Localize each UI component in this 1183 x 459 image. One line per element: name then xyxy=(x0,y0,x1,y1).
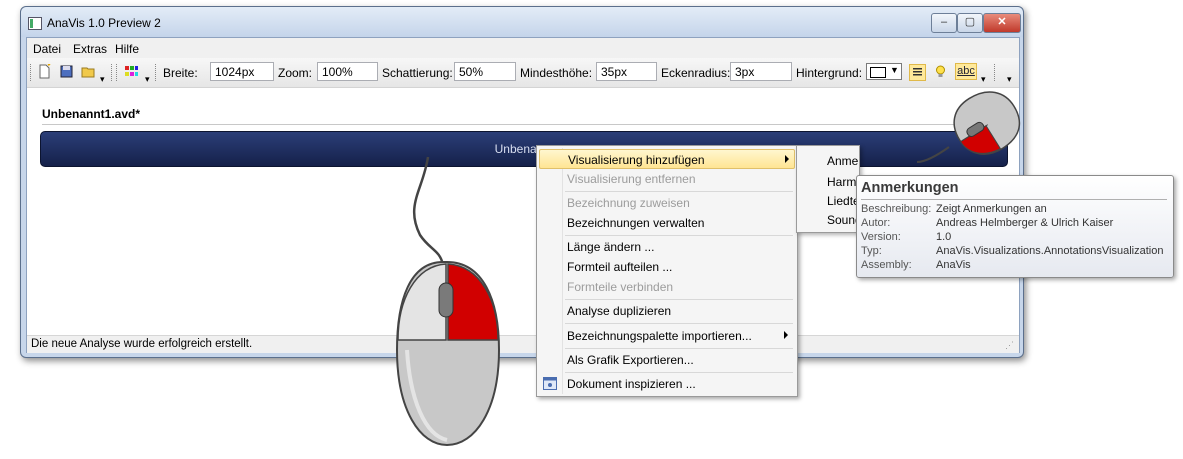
submenu-arrow-icon xyxy=(785,155,789,163)
ctx-item-dokument-inspizieren[interactable]: Dokument inspizieren ... xyxy=(539,374,795,394)
app-icon xyxy=(28,17,42,30)
tooltip-value: Andreas Helmberger & Ulrich Kaiser xyxy=(936,217,1114,229)
mindesthoehe-input[interactable]: 35px xyxy=(596,62,657,81)
tooltip-value: Zeigt Anmerkungen an xyxy=(936,203,1047,215)
ctx-item-bezeichnungspalette-importieren[interactable]: Bezeichnungspalette importieren... xyxy=(539,326,795,346)
zoom-label: Zoom: xyxy=(278,66,313,80)
submenu-item-liedte[interactable]: Liedte xyxy=(827,194,859,208)
toolbar-grip[interactable] xyxy=(30,64,34,81)
title-bar[interactable]: AnaVis 1.0 Preview 2 ‒ ▢ ✕ xyxy=(21,7,1023,37)
visualization-label: Unbenannt xyxy=(494,142,554,156)
overflow-chevron-icon[interactable]: ▾ xyxy=(1007,74,1012,85)
toolbar-grip[interactable] xyxy=(994,64,998,81)
tooltip-value: AnaVis.Visualizations.AnnotationsVisuali… xyxy=(936,245,1164,257)
eckenradius-label: Eckenradius: xyxy=(661,66,731,80)
resize-grip-icon[interactable]: ⋰ xyxy=(1005,340,1014,351)
list-icon[interactable] xyxy=(909,64,926,81)
submenu-arrow-icon xyxy=(784,331,788,339)
ctx-item-laenge-aendern[interactable]: Länge ändern ... xyxy=(539,237,795,257)
status-bar: Die neue Analyse wurde erfolgreich erste… xyxy=(27,335,1019,353)
visualization-submenu: Anmerkungen Harm Liedte Sound xyxy=(796,145,860,233)
tooltip-divider xyxy=(861,199,1167,200)
tooltip-title: Anmerkungen xyxy=(861,180,959,196)
inspect-document-icon xyxy=(543,377,557,390)
menu-separator xyxy=(565,372,793,373)
breite-input[interactable]: 1024px xyxy=(210,62,274,81)
schattierung-label: Schattierung: xyxy=(382,66,453,80)
zoom-input[interactable]: 100% xyxy=(317,62,378,81)
mouse-small-illustration-icon xyxy=(916,91,1021,163)
mindesthoehe-label: Mindesthöhe: xyxy=(520,66,593,80)
lightbulb-icon[interactable] xyxy=(933,64,948,79)
toolbar-grip[interactable] xyxy=(111,64,115,81)
overflow-chevron-icon[interactable]: ▾ xyxy=(100,74,105,85)
tooltip-value: 1.0 xyxy=(936,231,952,243)
schattierung-input[interactable]: 50% xyxy=(454,62,516,81)
tooltip-key: Beschreibung: xyxy=(861,203,932,215)
menu-bar: Datei Extras Hilfe xyxy=(27,38,1019,58)
new-file-icon[interactable] xyxy=(37,64,52,79)
toolbar-grip[interactable] xyxy=(116,64,120,81)
tooltip-key: Typ: xyxy=(861,245,882,257)
menu-separator xyxy=(565,191,793,192)
open-folder-icon[interactable] xyxy=(81,64,96,79)
ctx-item-formteil-aufteilen[interactable]: Formteil aufteilen ... xyxy=(539,257,795,277)
overflow-chevron-icon[interactable]: ▾ xyxy=(981,74,986,85)
visualization-bar[interactable]: Unbenannt xyxy=(40,131,1008,167)
menu-separator xyxy=(565,348,793,349)
ctx-item-bezeichnung-zuweisen[interactable]: Bezeichnung zuweisen xyxy=(539,193,795,213)
context-menu: Visualisierung hinzufügen Visualisierung… xyxy=(536,145,798,397)
ctx-item-formteile-verbinden[interactable]: Formteile verbinden xyxy=(539,277,795,297)
background-color-dropdown[interactable]: ▼ xyxy=(866,63,902,80)
color-swatch-icon xyxy=(870,67,886,78)
maximize-button[interactable]: ▢ xyxy=(957,13,983,33)
abc-icon[interactable]: abc xyxy=(955,63,977,80)
toolbar: ▾ ▾ Breite: 1024px Zoom: 100% Schattieru… xyxy=(27,58,1019,88)
ctx-item-visualisierung-entfernen[interactable]: Visualisierung entfernen xyxy=(539,169,795,189)
tooltip-key: Assembly: xyxy=(861,259,912,271)
document-title: Unbenannt1.avd* xyxy=(42,107,141,121)
ctx-item-visualisierung-hinzufuegen[interactable]: Visualisierung hinzufügen xyxy=(539,149,795,169)
ctx-item-bezeichnungen-verwalten[interactable]: Bezeichnungen verwalten xyxy=(539,213,795,233)
eckenradius-input[interactable]: 3px xyxy=(730,62,792,81)
chevron-down-icon: ▼ xyxy=(890,65,899,75)
mouse-illustration-icon xyxy=(395,156,501,447)
submenu-item-anmerkungen[interactable]: Anmerkungen xyxy=(827,154,859,168)
toolbar-grip[interactable] xyxy=(155,64,159,81)
save-icon[interactable] xyxy=(59,64,74,79)
overflow-chevron-icon[interactable]: ▾ xyxy=(145,74,150,85)
menu-separator xyxy=(565,235,793,236)
tooltip-key: Autor: xyxy=(861,217,891,229)
tooltip-value: AnaVis xyxy=(936,259,971,271)
window-title: AnaVis 1.0 Preview 2 xyxy=(47,16,161,30)
ctx-item-analyse-duplizieren[interactable]: Analyse duplizieren xyxy=(539,301,795,321)
breite-label: Breite: xyxy=(163,66,198,80)
ctx-item-als-grafik-exportieren[interactable]: Als Grafik Exportieren... xyxy=(539,350,795,370)
hintergrund-label: Hintergrund: xyxy=(796,66,863,80)
close-button[interactable]: ✕ xyxy=(983,13,1021,33)
menu-extras[interactable]: Extras xyxy=(73,42,107,56)
palette-icon[interactable] xyxy=(124,64,139,79)
status-text: Die neue Analyse wurde erfolgreich erste… xyxy=(31,338,253,350)
tooltip-key: Version: xyxy=(861,231,901,243)
menu-separator xyxy=(565,299,793,300)
submenu-item-harm[interactable]: Harm xyxy=(827,175,856,189)
menu-separator xyxy=(565,323,793,324)
menu-datei[interactable]: Datei xyxy=(33,42,61,56)
divider xyxy=(42,124,1012,125)
minimize-button[interactable]: ‒ xyxy=(931,13,957,33)
tooltip: Anmerkungen Beschreibung: Zeigt Anmerkun… xyxy=(856,175,1174,278)
menu-hilfe[interactable]: Hilfe xyxy=(115,42,139,56)
